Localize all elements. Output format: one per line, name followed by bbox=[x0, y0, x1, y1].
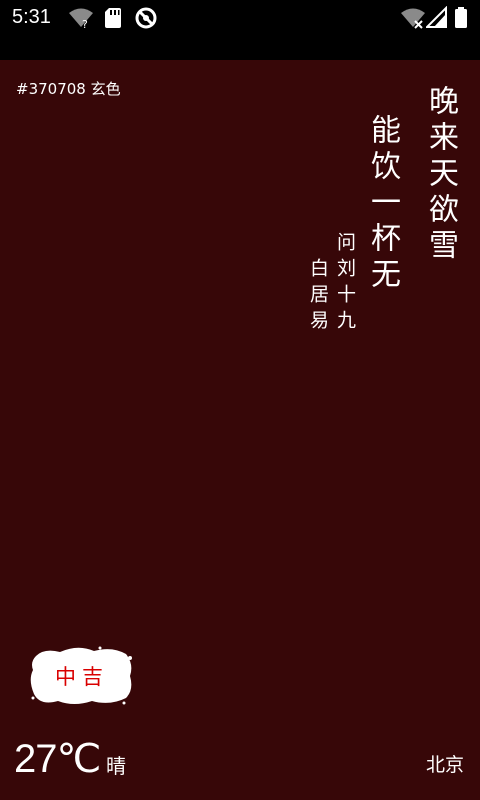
wifi-off-icon bbox=[400, 6, 426, 34]
poem-author: 白居易 bbox=[307, 258, 329, 336]
fortune-badge[interactable]: 中吉 bbox=[30, 646, 134, 706]
sd-card-icon bbox=[104, 6, 122, 34]
poem-card[interactable]: #370708 玄色 晚来天欲雪 能饮一杯无 问刘十九 白居易 中吉 27℃ 晴… bbox=[0, 60, 480, 800]
wifi-question-icon: ? bbox=[68, 6, 94, 34]
svg-text:?: ? bbox=[82, 18, 88, 30]
poem-meta: 问刘十九 白居易 bbox=[305, 232, 359, 336]
weather-condition: 晴 bbox=[106, 754, 126, 778]
status-time: 5:31 bbox=[12, 6, 51, 28]
fortune-label: 中吉 bbox=[55, 665, 109, 689]
status-bar: 5:31 ? bbox=[0, 0, 480, 60]
battery-icon bbox=[454, 6, 468, 34]
temperature: 27℃ bbox=[14, 737, 101, 781]
no-sync-icon bbox=[134, 6, 158, 34]
poem-title: 问刘十九 bbox=[334, 232, 356, 336]
signal-icon bbox=[424, 5, 448, 34]
color-code-label: #370708 玄色 bbox=[16, 80, 121, 98]
poem-line-1: 晚来天欲雪 bbox=[423, 85, 458, 265]
poem-line-2: 能饮一杯无 bbox=[365, 114, 400, 294]
city-label: 北京 bbox=[425, 754, 464, 776]
